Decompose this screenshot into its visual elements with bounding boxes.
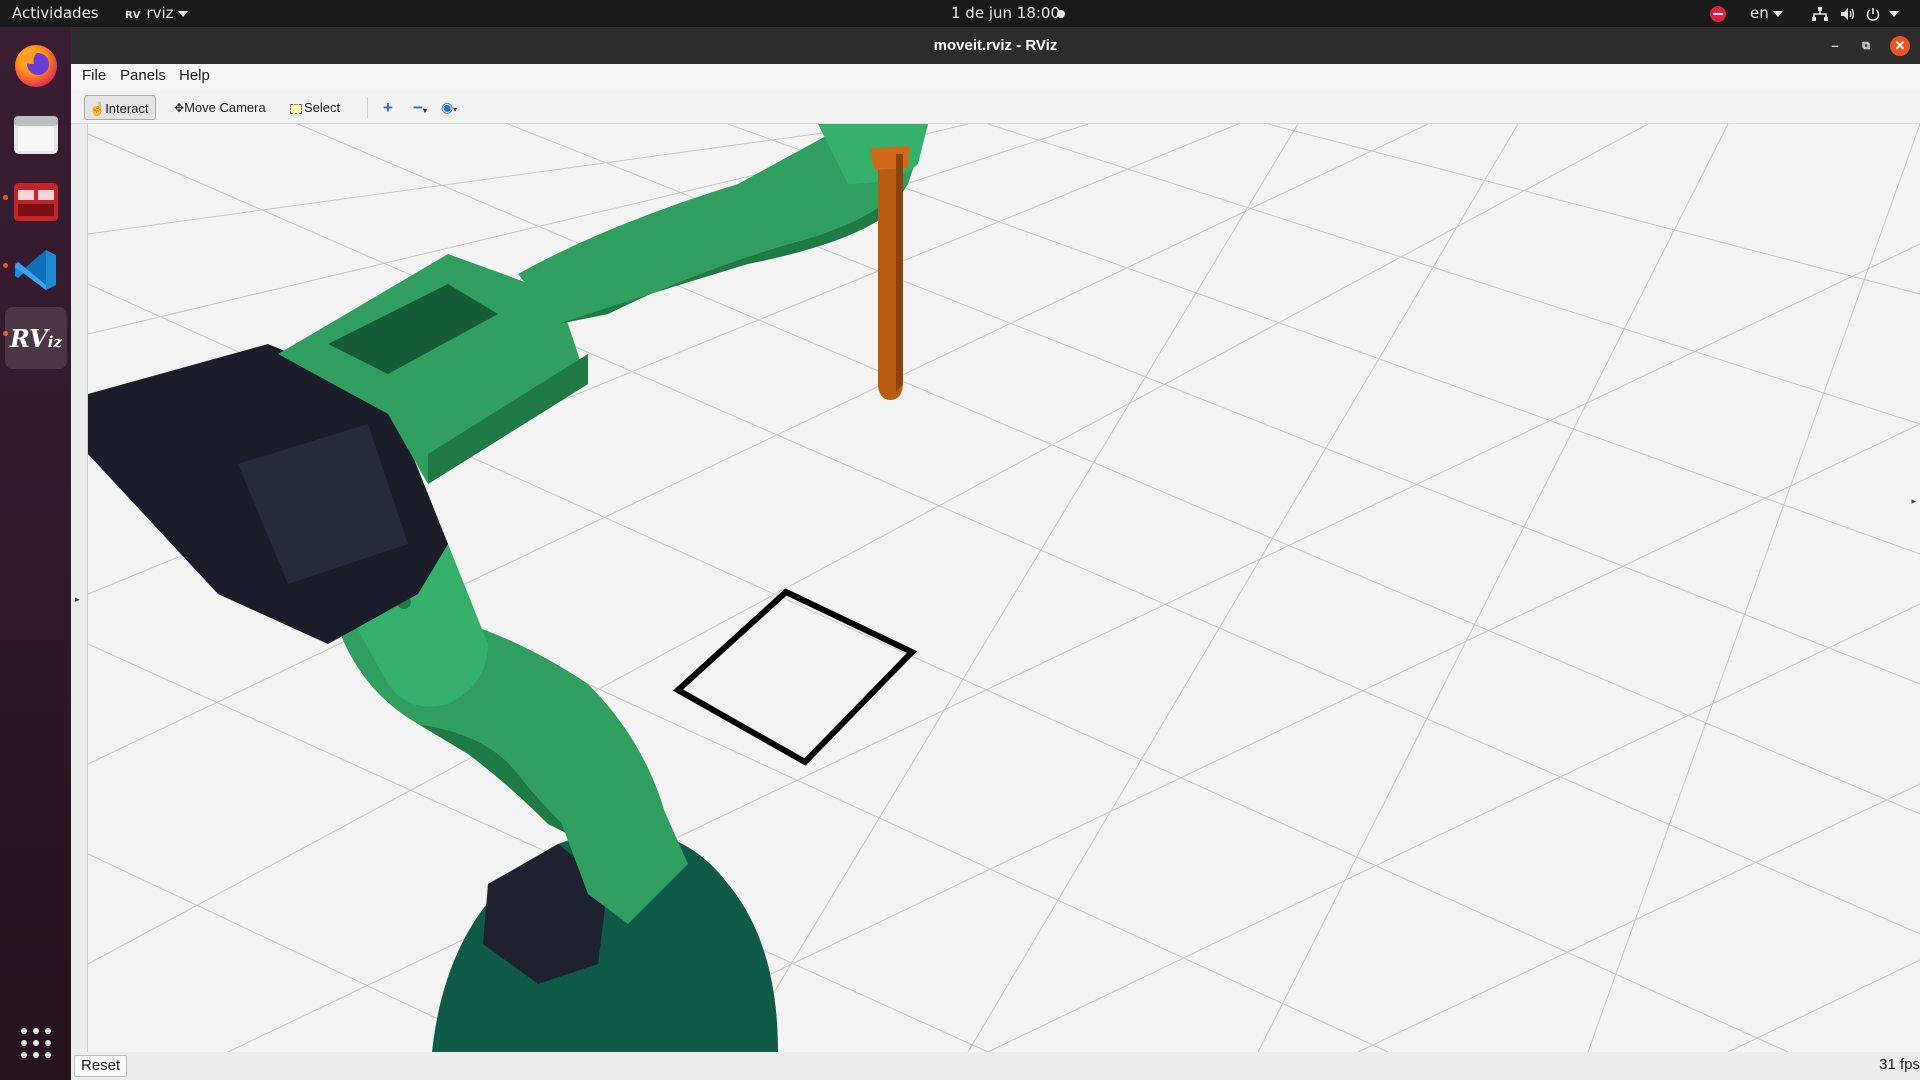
window-title: moveit.rviz - RViz	[933, 37, 1058, 54]
menu-file[interactable]: File	[82, 67, 106, 84]
remove-tool-icon[interactable]: −▾	[409, 95, 433, 120]
chevron-down-icon	[1888, 10, 1899, 17]
hand-icon: ☝	[89, 101, 106, 116]
close-icon[interactable]: ✕	[1890, 36, 1910, 56]
volume-icon[interactable]	[1840, 0, 1856, 27]
target-square-marker	[672, 588, 918, 766]
reset-button[interactable]: Reset	[74, 1055, 128, 1077]
select-tool-button[interactable]: Select	[286, 95, 346, 120]
do-not-disturb-icon[interactable]	[1710, 0, 1726, 27]
select-label: Select	[304, 100, 341, 115]
rviz-small-icon: RV	[125, 10, 141, 21]
expand-right-icon[interactable]: ▸	[1911, 496, 1916, 507]
scene-render	[88, 124, 1920, 1052]
interact-label: Interact	[105, 101, 149, 116]
terminal-icon[interactable]	[5, 171, 67, 233]
chevron-down-icon	[1772, 10, 1783, 17]
vscode-icon[interactable]	[5, 239, 67, 301]
fps-counter: 31 fps	[1879, 1056, 1920, 1073]
minimize-icon[interactable]: –	[1825, 36, 1845, 56]
app-grid-icon[interactable]	[5, 1012, 67, 1074]
files-icon[interactable]	[5, 103, 67, 165]
rviz-window: moveit.rviz - RViz – ⧉ ✕ File Panels Hel…	[71, 27, 1920, 1080]
collapsed-left-dock[interactable]: ▸	[71, 124, 88, 1052]
maximize-icon[interactable]: ⧉	[1856, 36, 1876, 56]
clock-label: 1 de jun 18:00	[951, 4, 1061, 22]
move-camera-icon: ✥	[174, 101, 185, 115]
move-camera-tool-button[interactable]: ✥Move Camera	[170, 95, 272, 120]
toolbar-separator	[367, 97, 368, 118]
tools-toolbar: ☝Interact ✥Move Camera Select + −▾ ◉▾	[71, 90, 1920, 124]
window-titlebar[interactable]: moveit.rviz - RViz – ⧉ ✕	[71, 27, 1920, 64]
add-tool-icon[interactable]: +	[379, 95, 399, 120]
power-icon[interactable]	[1866, 0, 1899, 27]
interact-tool-button[interactable]: ☝Interact	[84, 95, 156, 120]
chevron-down-icon	[177, 10, 188, 17]
tool-shadow	[896, 154, 903, 392]
clock[interactable]: 1 de jun 18:00	[951, 0, 1060, 27]
language-selector[interactable]: en	[1750, 0, 1783, 27]
3d-render-viewport[interactable]: ▸	[88, 124, 1920, 1052]
tool-mount	[870, 146, 910, 170]
rviz-icon[interactable]: RViz	[5, 307, 67, 369]
notification-dot-icon	[1057, 0, 1065, 27]
expand-left-icon[interactable]: ▸	[75, 594, 80, 605]
ubuntu-dock: RViz	[0, 27, 71, 1080]
activities-button[interactable]: Actividades	[12, 0, 99, 27]
move-camera-label: Move Camera	[184, 100, 266, 115]
menu-bar: File Panels Help	[71, 64, 1920, 90]
app-menu-label: rviz	[146, 4, 174, 22]
app-menu[interactable]: RV rviz	[125, 0, 188, 27]
eye-icon[interactable]: ◉▾	[437, 95, 463, 120]
firefox-icon[interactable]	[5, 35, 67, 97]
menu-help[interactable]: Help	[179, 67, 210, 84]
language-label: en	[1750, 4, 1769, 22]
menu-panels[interactable]: Panels	[120, 67, 166, 84]
gnome-top-bar: Actividades RV rviz 1 de jun 18:00 en	[0, 0, 1920, 27]
status-bar: Reset 31 fps	[71, 1052, 1920, 1080]
network-icon[interactable]	[1812, 0, 1828, 27]
select-box-icon	[290, 103, 302, 114]
